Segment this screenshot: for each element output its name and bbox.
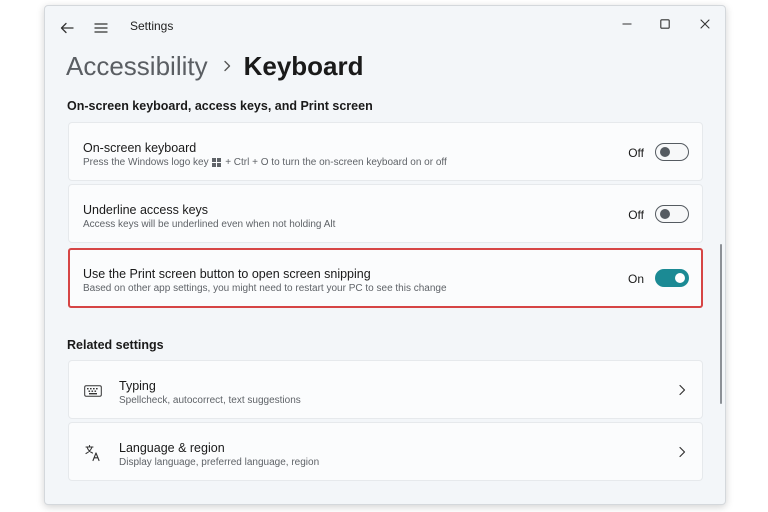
chevron-right-icon [676, 446, 688, 458]
section-title-onscreen: On-screen keyboard, access keys, and Pri… [67, 99, 373, 113]
related-description: Display language, preferred language, re… [119, 457, 320, 468]
setting-description: Press the Windows logo key + Ctrl + O to… [83, 157, 447, 168]
settings-window: Settings Accessibility Keyboard On-scree… [44, 5, 726, 505]
print-screen-toggle[interactable] [655, 269, 689, 287]
setting-description: Based on other app settings, you might n… [83, 283, 447, 294]
toggle-state-label: Off [628, 208, 644, 222]
breadcrumb-chevron-icon [222, 59, 232, 73]
breadcrumb-accessibility[interactable]: Accessibility [66, 51, 208, 82]
related-title: Language & region [119, 441, 225, 455]
navigation-menu-button[interactable] [87, 14, 115, 42]
toggle-state-label: On [627, 272, 644, 286]
setting-description-suffix: + Ctrl + O to turn the on-screen keyboar… [225, 157, 447, 168]
back-button[interactable] [53, 14, 81, 42]
hamburger-menu-icon [94, 23, 108, 33]
setting-title: On-screen keyboard [83, 141, 197, 155]
related-description: Spellcheck, autocorrect, text suggestion… [119, 395, 301, 406]
setting-description-prefix: Press the Windows logo key [83, 157, 209, 168]
underline-access-keys-toggle[interactable] [655, 205, 689, 223]
setting-title: Underline access keys [83, 203, 209, 217]
toggle-knob [675, 273, 685, 283]
section-title-related: Related settings [67, 338, 164, 352]
setting-card-print-screen: Use the Print screen button to open scre… [68, 248, 703, 308]
related-card-language-region[interactable]: Language & region Display language, pref… [68, 422, 703, 481]
close-button[interactable] [691, 10, 719, 38]
keyboard-icon [83, 381, 103, 401]
maximize-icon [660, 19, 670, 29]
toggle-state-label: Off [628, 146, 644, 160]
toggle-knob [660, 209, 670, 219]
vertical-scrollbar[interactable] [720, 244, 722, 404]
minimize-button[interactable] [613, 10, 641, 38]
minimize-icon [622, 23, 632, 25]
breadcrumb: Accessibility Keyboard [66, 46, 364, 86]
setting-card-underline-access-keys: Underline access keys Access keys will b… [68, 184, 703, 243]
windows-logo-icon [212, 157, 222, 167]
related-title: Typing [119, 379, 156, 393]
onscreen-keyboard-toggle[interactable] [655, 143, 689, 161]
maximize-button[interactable] [651, 10, 679, 38]
setting-title: Use the Print screen button to open scre… [83, 267, 371, 281]
chevron-right-icon [676, 384, 688, 396]
app-title: Settings [130, 19, 174, 33]
related-card-typing[interactable]: Typing Spellcheck, autocorrect, text sug… [68, 360, 703, 419]
language-icon [83, 443, 103, 463]
setting-card-onscreen-keyboard: On-screen keyboard Press the Windows log… [68, 122, 703, 181]
title-bar: Settings [45, 6, 725, 48]
close-icon [700, 19, 710, 29]
back-arrow-icon [60, 22, 74, 34]
toggle-knob [660, 147, 670, 157]
page-title: Keyboard [243, 50, 364, 81]
setting-description: Access keys will be underlined even when… [83, 219, 336, 230]
